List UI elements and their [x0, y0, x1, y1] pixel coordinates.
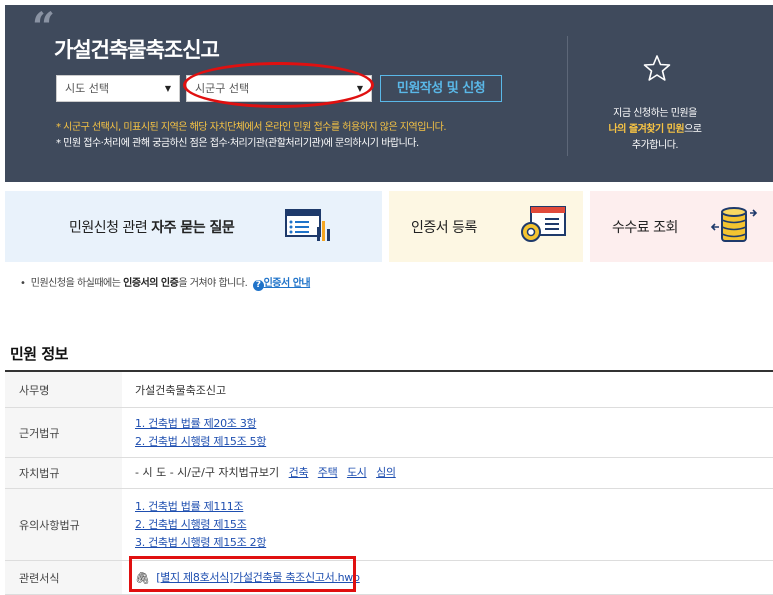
row-label: 사무명 — [5, 372, 122, 407]
star-icon[interactable] — [643, 54, 671, 82]
sido-select-value: 시도 선택 — [65, 82, 109, 95]
favorite-highlight: 나의 즐겨찾기 민원 — [608, 124, 685, 135]
caution-law-links: 1. 건축법 법률 제111조 2. 건축법 시행령 제15조 3. 건축법 시… — [122, 489, 773, 560]
row-label: 관련서식 — [5, 561, 122, 594]
notice-inquiry: * 민원 접수·처리에 관해 궁금하신 점은 접수·처리기관(관할처리기관)에 … — [56, 138, 419, 149]
cert-register-tile[interactable]: 인증서 등록 — [389, 191, 583, 262]
favorite-text: 지금 신청하는 민원을 나의 즐겨찾기 민원으로 추가합니다. — [590, 106, 720, 154]
law-link[interactable]: 2. 건축법 시행령 제15조 5항 — [135, 433, 773, 451]
law-link[interactable]: 3. 건축법 시행령 제15조 2항 — [135, 534, 773, 552]
cert-window-icon — [521, 206, 566, 242]
fee-lookup-tile[interactable]: 수수료 조회 — [590, 191, 773, 262]
table-row: 사무명 가설건축물축조신고 — [5, 372, 773, 408]
table-row: 관련서식 🖇 [별지 제8호서식]가설건축물 축조신고서.hwp — [5, 561, 773, 595]
cert-tile-label: 인증서 등록 — [411, 220, 477, 236]
table-row: 유의사항법규 1. 건축법 법률 제111조 2. 건축법 시행령 제15조 3… — [5, 489, 773, 561]
law-link[interactable]: 2. 건축법 시행령 제15조 — [135, 516, 773, 534]
law-link[interactable]: 1. 건축법 법률 제111조 — [135, 498, 773, 516]
cert-guide-link[interactable]: 인증서 안내 — [264, 278, 311, 289]
local-law-link[interactable]: 도시 — [347, 466, 367, 479]
cert-notice: • 민원신청을 하실때에는 인증서의 인증을 거쳐야 합니다. ? 인증서 안내 — [20, 274, 311, 291]
cert-note-prefix: 민원신청을 하실때에는 — [30, 278, 124, 289]
coin-stack-icon — [710, 207, 758, 242]
local-law-link[interactable]: 건축 — [289, 466, 309, 479]
favorite-suffix: 으로 — [684, 124, 702, 135]
page-title: 가설건축물축조신고 — [54, 38, 220, 62]
highlight-ellipse — [183, 62, 374, 108]
local-law-link[interactable]: 주택 — [318, 466, 338, 479]
notice-region: * 시군구 선택시, 미표시된 지역은 해당 자치단체에서 온라인 민원 접수를… — [56, 122, 447, 133]
table-row: 자치법규 - 시 도 - 시/군/구 자치법규보기 건축 주택 도시 심의 — [5, 458, 773, 489]
row-label: 근거법규 — [5, 408, 122, 457]
work-name-value: 가설건축물축조신고 — [135, 383, 227, 397]
law-link[interactable]: 1. 건축법 법률 제20조 3항 — [135, 415, 773, 433]
cert-note-suffix: 을 거쳐야 합니다. — [178, 278, 248, 289]
fee-tile-label: 수수료 조회 — [612, 220, 678, 236]
favorite-line1: 지금 신청하는 민원을 — [613, 108, 697, 119]
basis-law-links: 1. 건축법 법률 제20조 3항 2. 건축법 시행령 제15조 5항 — [122, 408, 773, 457]
local-law-prefix: - 시 도 - 시/군/구 자치법규보기 — [135, 466, 280, 479]
info-table: 사무명 가설건축물축조신고 근거법규 1. 건축법 법률 제20조 3항 2. … — [5, 370, 773, 595]
row-label: 유의사항법규 — [5, 489, 122, 560]
bullet: • — [20, 278, 31, 289]
faq-bold: 자주 묻는 질문 — [151, 220, 235, 236]
faq-board-icon — [285, 209, 330, 241]
table-row: 근거법규 1. 건축법 법률 제20조 3항 2. 건축법 시행령 제15조 5… — [5, 408, 773, 458]
quote-mark-icon: “ — [32, 4, 56, 51]
chevron-down-icon: ▼ — [164, 84, 171, 93]
local-law-cell: - 시 도 - 시/군/구 자치법규보기 건축 주택 도시 심의 — [122, 458, 773, 488]
local-law-link[interactable]: 심의 — [376, 466, 396, 479]
favorite-line3: 추가합니다. — [631, 140, 679, 151]
divider — [567, 36, 568, 156]
help-icon: ? — [252, 280, 264, 291]
faq-prefix: 민원신청 관련 — [69, 220, 152, 236]
apply-button[interactable]: 민원작성 및 신청 — [380, 75, 502, 102]
row-label: 자치법규 — [5, 458, 122, 488]
highlight-box — [129, 556, 356, 592]
section-title: 민원 정보 — [10, 345, 68, 363]
sido-select[interactable]: 시도 선택 ▼ — [56, 75, 180, 102]
faq-tile-label: 민원신청 관련 자주 묻는 질문 — [69, 217, 235, 237]
faq-tile[interactable]: 민원신청 관련 자주 묻는 질문 — [5, 191, 382, 262]
cert-note-bold: 인증서의 인증 — [123, 278, 179, 289]
